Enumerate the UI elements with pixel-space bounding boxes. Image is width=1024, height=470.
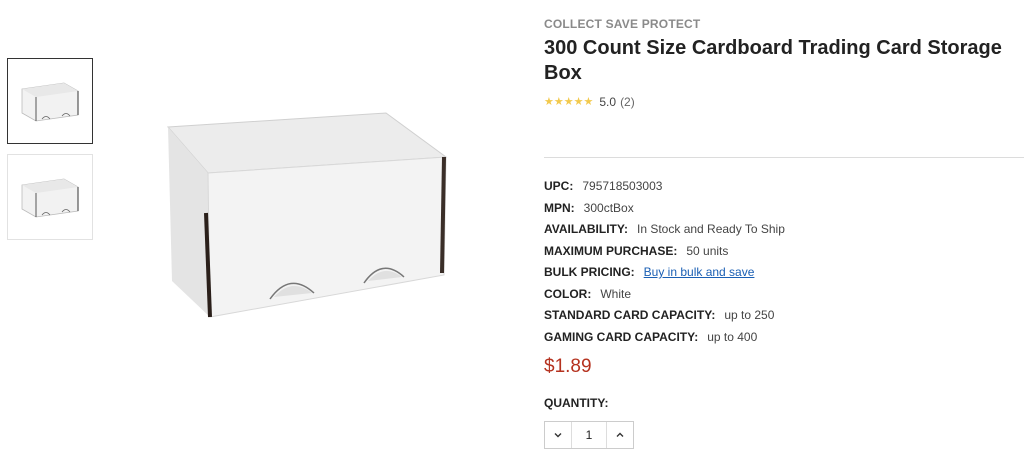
divider <box>544 157 1024 158</box>
spec-row-upc: UPC: 795718503003 <box>544 179 1024 201</box>
rating-score: 5.0 <box>599 95 617 109</box>
star-icon: ★ <box>544 96 554 108</box>
spec-label: UPC: <box>544 179 574 193</box>
thumbnail-1[interactable] <box>7 58 93 144</box>
spec-label: STANDARD CARD CAPACITY: <box>544 308 716 322</box>
spec-value: 300ctBox <box>583 200 634 215</box>
chevron-up-icon <box>616 432 624 437</box>
spec-label: BULK PRICING: <box>544 265 635 279</box>
quantity-label: QUANTITY: <box>544 396 609 410</box>
spec-row-bulk-pricing: BULK PRICING: Buy in bulk and save <box>544 265 1024 287</box>
spec-value: up to 250 <box>724 308 775 322</box>
quantity-input[interactable] <box>572 422 606 448</box>
spec-label: GAMING CARD CAPACITY: <box>544 329 699 344</box>
quantity-stepper <box>544 421 634 449</box>
storage-box-image-icon <box>166 112 448 318</box>
spec-label: COLOR: <box>544 286 592 301</box>
storage-box-thumbnail-icon <box>21 82 79 122</box>
chevron-down-icon <box>554 433 562 438</box>
spec-row-mpn: MPN: 300ctBox <box>544 201 1024 223</box>
spec-value: In Stock and Ready To Ship <box>637 222 785 236</box>
spec-value: 50 units <box>686 243 729 258</box>
product-price: $1.89 <box>544 356 592 377</box>
spec-label: MPN: <box>544 200 575 215</box>
product-rating[interactable]: ★ ★ ★ ★ ★ 5.0 (2) <box>544 95 635 109</box>
star-icon: ★ <box>563 96 574 108</box>
spec-row-color: COLOR: White <box>544 287 1024 309</box>
product-specs: UPC: 795718503003 MPN: 300ctBox AVAILABI… <box>544 179 1024 351</box>
spec-row-standard-card-capacity: STANDARD CARD CAPACITY: up to 250 <box>544 308 1024 330</box>
spec-row-maximum-purchase: MAXIMUM PURCHASE: 50 units <box>544 244 1024 266</box>
storage-box-thumbnail-icon <box>21 178 79 218</box>
brand-name: COLLECT SAVE PROTECT <box>544 17 701 31</box>
star-icon: ★ <box>553 96 564 108</box>
spec-row-gaming-card-capacity: GAMING CARD CAPACITY: up to 400 <box>544 330 1024 352</box>
thumbnail-2[interactable] <box>7 154 93 240</box>
star-icon: ★ <box>583 96 594 108</box>
increase-quantity-button[interactable] <box>606 422 633 448</box>
spec-row-availability: AVAILABILITY: In Stock and Ready To Ship <box>544 222 1024 244</box>
product-title: 300 Count Size Cardboard Trading Card St… <box>544 37 1002 84</box>
spec-value: 795718503003 <box>582 179 663 193</box>
star-icon: ★ <box>573 96 584 108</box>
spec-value: White <box>600 286 632 301</box>
bulk-pricing-link[interactable]: Buy in bulk and save <box>644 265 755 279</box>
spec-label: AVAILABILITY: <box>544 222 628 236</box>
rating-stars: ★ ★ ★ ★ ★ <box>544 96 593 108</box>
spec-label: MAXIMUM PURCHASE: <box>544 243 678 258</box>
rating-count[interactable]: (2) <box>620 95 635 109</box>
spec-value: up to 400 <box>707 329 758 344</box>
decrease-quantity-button[interactable] <box>545 422 572 448</box>
